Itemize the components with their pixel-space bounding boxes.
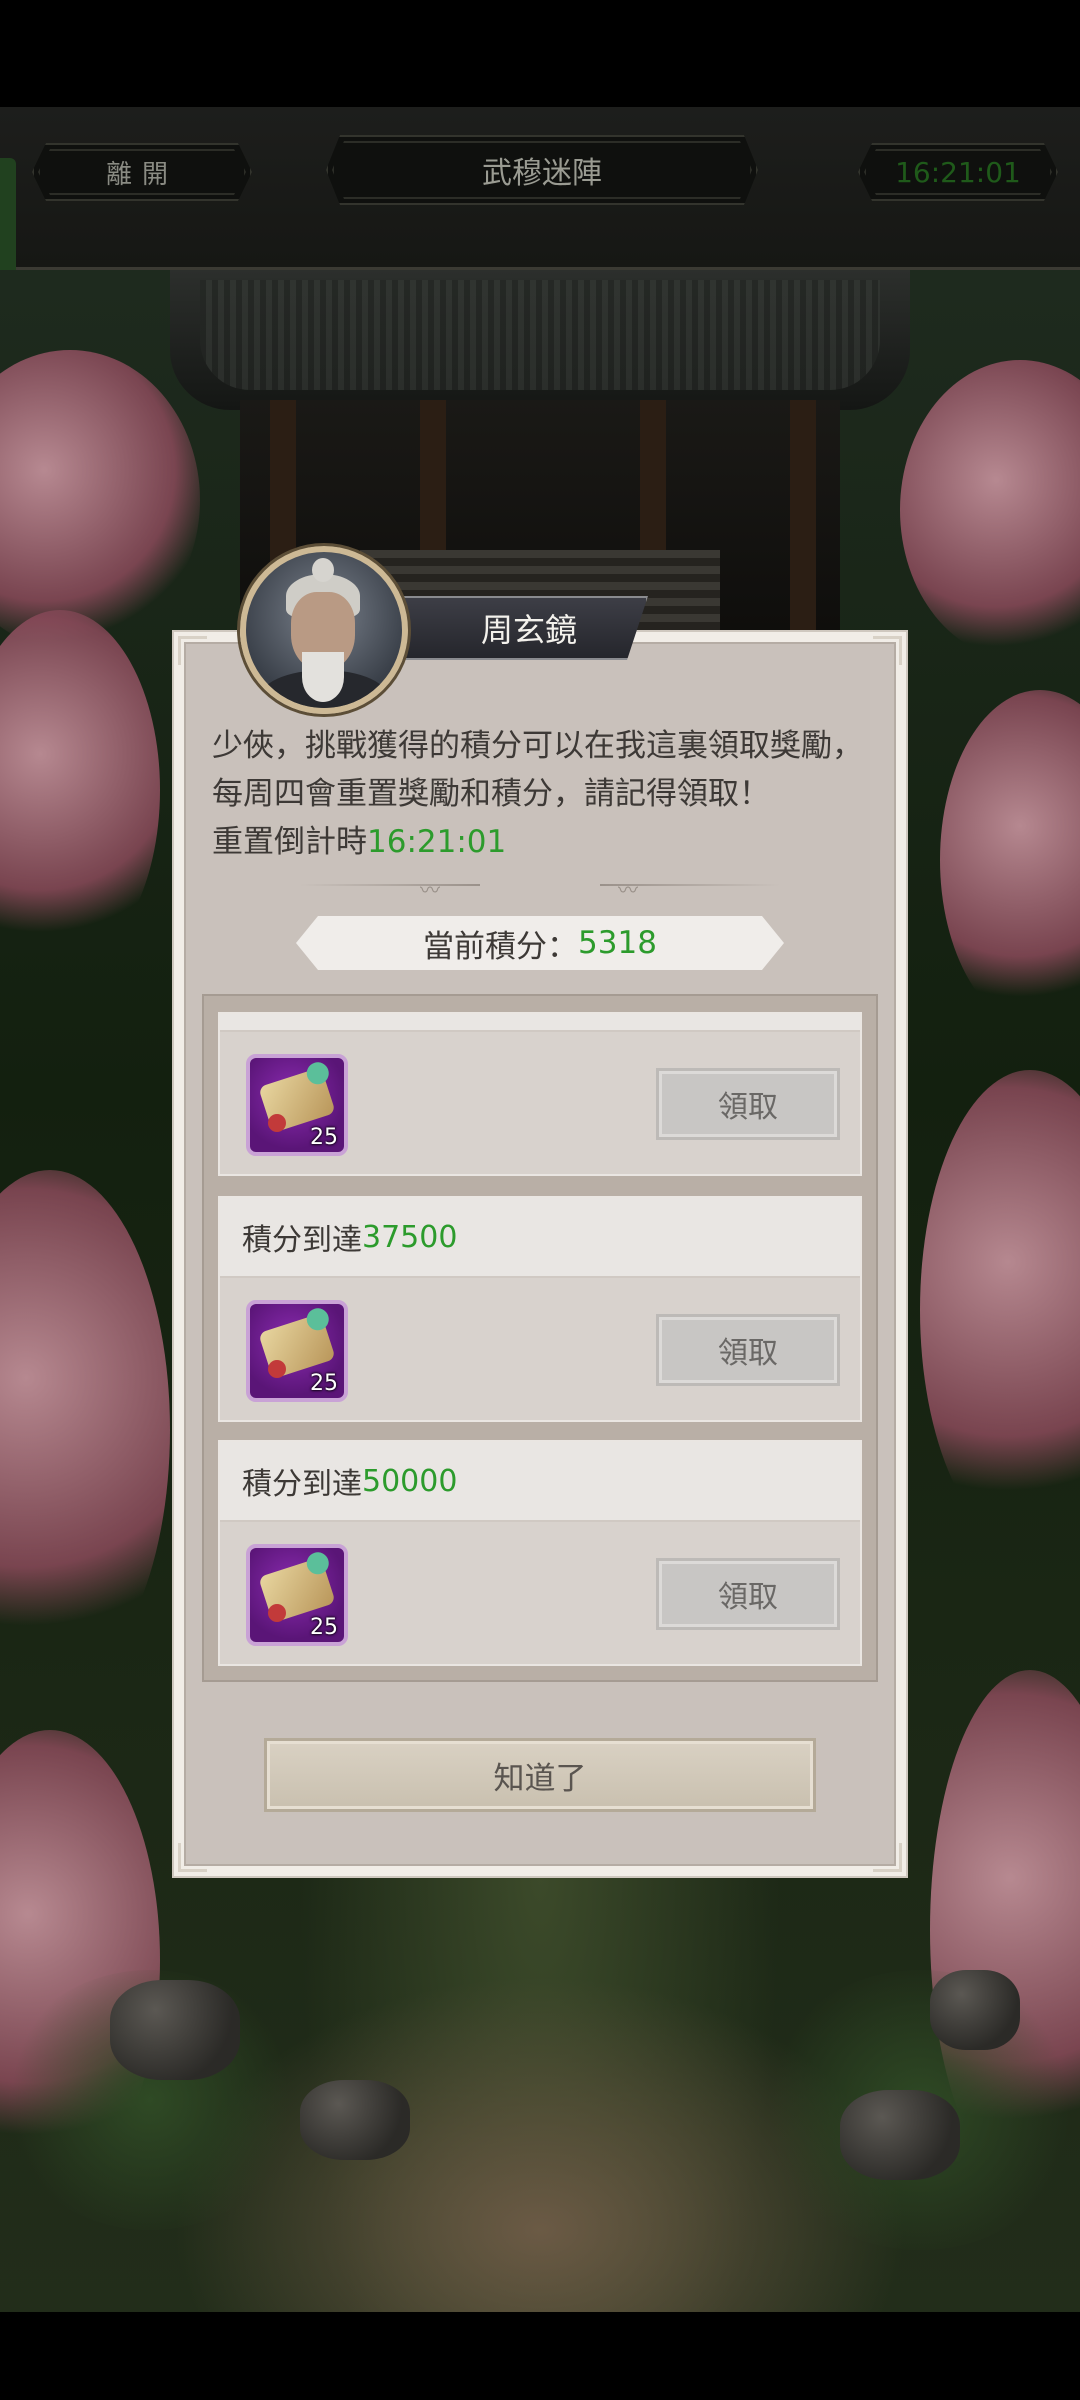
leave-button-label: 離開 <box>105 159 178 190</box>
corner-ornament <box>873 1843 902 1872</box>
item-quantity: 25 <box>310 1615 338 1640</box>
claim-button-label: 領取 <box>718 1090 778 1125</box>
item-quantity: 25 <box>310 1371 338 1396</box>
scene-title: 武穆迷陣 <box>326 135 758 205</box>
scroll-item-icon[interactable]: 25 <box>246 1300 348 1402</box>
cherry-blossom-tree <box>0 350 200 650</box>
garden-rock <box>930 1970 1020 2050</box>
npc-beard <box>302 652 344 702</box>
corner-ornament <box>178 1843 207 1872</box>
status-bar-area <box>0 0 1080 107</box>
ok-button[interactable]: 知道了 <box>264 1738 816 1812</box>
current-points-value: 5318 <box>578 925 657 961</box>
garden-rock <box>840 2090 960 2180</box>
threshold-label: 積分到達 <box>242 1223 362 1258</box>
dialog-intro-text: 少俠，挑戰獲得的積分可以在我這裏領取獎勵，每周四會重置獎勵和積分，請記得領取！ … <box>212 722 872 866</box>
garden-rock <box>300 2080 410 2160</box>
reward-row-header: 積分到達 50000 <box>220 1442 860 1522</box>
reset-countdown-label: 重置倒計時 <box>212 824 367 860</box>
divider-left <box>300 884 480 886</box>
cherry-blossom-tree <box>0 610 160 970</box>
npc-topknot <box>312 558 334 582</box>
claim-button-label: 領取 <box>718 1336 778 1371</box>
claim-button[interactable]: 領取 <box>656 1558 840 1630</box>
current-points-label: 當前積分： <box>423 928 579 965</box>
reward-row: 積分到達 37500 25 領取 <box>218 1196 862 1422</box>
npc-name-plate: 周玄鏡 <box>386 596 648 660</box>
claim-button[interactable]: 領取 <box>656 1068 840 1140</box>
scroll-seal <box>268 1360 286 1378</box>
scroll-seal <box>268 1604 286 1622</box>
navigation-bar-area <box>0 2312 1080 2400</box>
scene-title-label: 武穆迷陣 <box>482 156 602 191</box>
leave-button[interactable]: 離開 <box>32 143 252 201</box>
claim-button[interactable]: 領取 <box>656 1314 840 1386</box>
garden-rock <box>110 1980 240 2080</box>
divider-ornament-icon: 〰 <box>420 878 440 902</box>
reward-list[interactable]: 25 領取 積分到達 37500 25 領取 積分到達 50000 25 領取 <box>202 994 878 1682</box>
corner-ornament <box>873 636 902 665</box>
reward-row: 25 領取 <box>218 1012 862 1176</box>
threshold-value: 50000 <box>362 1463 458 1499</box>
cherry-blossom-tree <box>900 360 1080 660</box>
scroll-seal <box>268 1114 286 1132</box>
cherry-blossom-tree <box>920 1070 1080 1550</box>
reward-row: 積分到達 50000 25 領取 <box>218 1440 862 1666</box>
game-screen: 離開 武穆迷陣 16:21:01 周玄鏡 少俠，挑戰獲得的積分可以在我這裏領取獎… <box>0 0 1080 2400</box>
reset-countdown-value: 16:21:01 <box>367 824 507 860</box>
top-header-bar: 離開 武穆迷陣 16:21:01 <box>0 107 1080 270</box>
npc-name: 周玄鏡 <box>480 611 577 649</box>
intro-message: 少俠，挑戰獲得的積分可以在我這裏領取獎勵，每周四會重置獎勵和積分，請記得領取！ <box>212 728 863 812</box>
reward-row-header: 積分到達 37500 <box>220 1198 860 1278</box>
claim-button-label: 領取 <box>718 1580 778 1615</box>
scroll-item-icon[interactable]: 25 <box>246 1544 348 1646</box>
cherry-blossom-tree <box>0 1170 170 1690</box>
threshold-label: 積分到達 <box>242 1467 362 1502</box>
item-quantity: 25 <box>310 1125 338 1150</box>
current-points-plate: 當前積分： 5318 <box>296 916 784 970</box>
header-timer: 16:21:01 <box>858 143 1058 201</box>
cherry-blossom-tree <box>940 690 1080 1030</box>
temple-pillar <box>790 400 816 630</box>
header-timer-label: 16:21:01 <box>895 155 1021 189</box>
reward-row-header <box>220 1014 860 1032</box>
corner-ornament <box>178 636 207 665</box>
npc-avatar <box>240 546 408 714</box>
threshold-value: 37500 <box>362 1219 458 1255</box>
divider-right <box>600 884 780 886</box>
scroll-item-icon[interactable]: 25 <box>246 1054 348 1156</box>
roof-tiles <box>200 280 880 390</box>
ok-button-label: 知道了 <box>493 1760 587 1797</box>
divider-ornament-icon: 〰 <box>618 878 638 902</box>
